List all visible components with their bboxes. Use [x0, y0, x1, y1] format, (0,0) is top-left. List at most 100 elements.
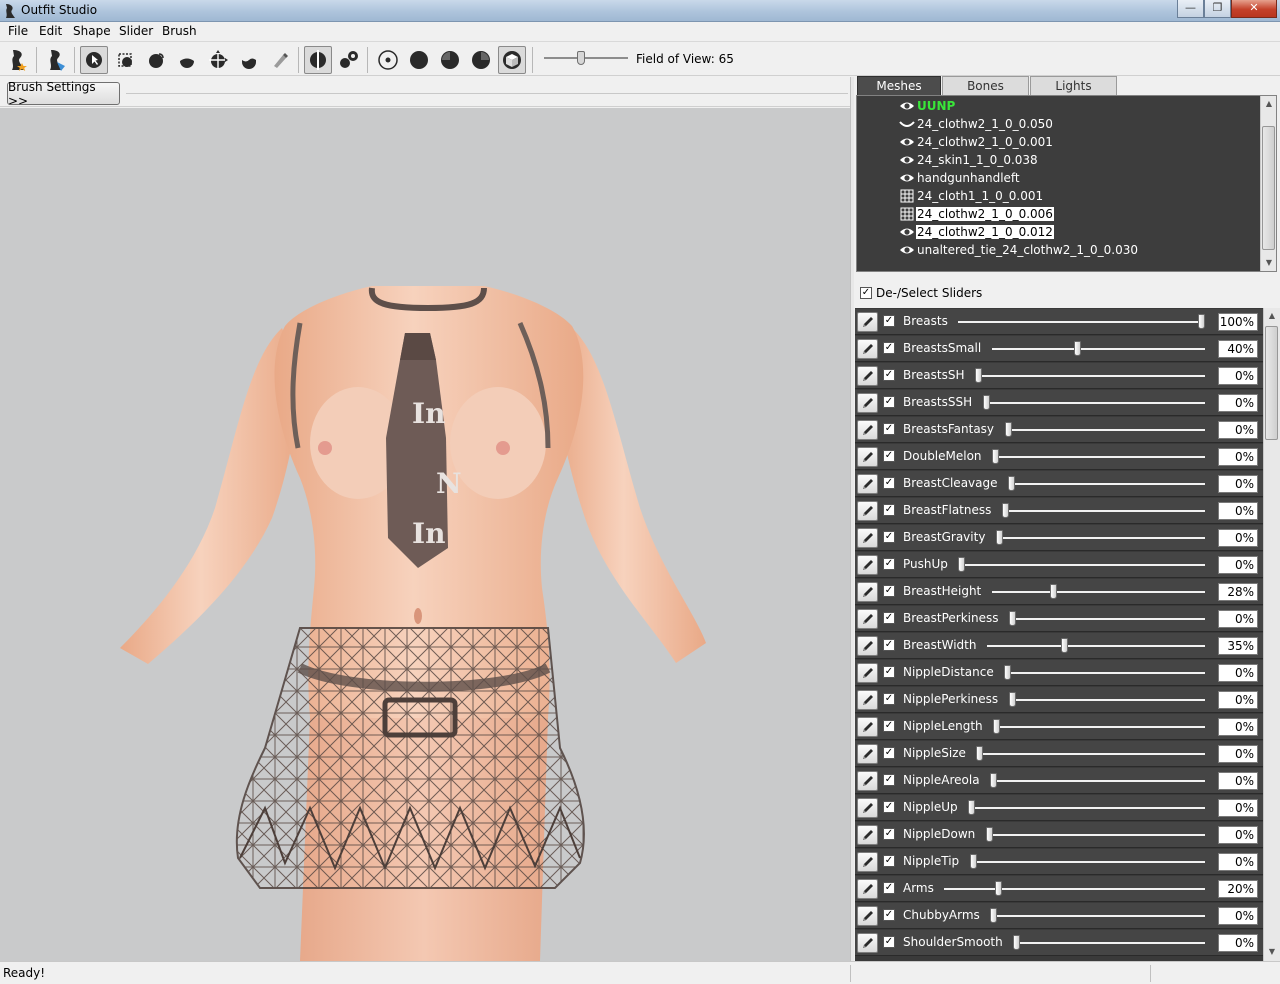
slider-track[interactable]	[1005, 429, 1205, 431]
edit-slider-button[interactable]	[857, 825, 878, 845]
slider-thumb[interactable]	[1002, 503, 1009, 518]
edit-slider-button[interactable]	[857, 339, 878, 359]
slider-value-field[interactable]: 0%	[1218, 664, 1258, 682]
load-reference-button[interactable]	[4, 46, 32, 74]
slider-track[interactable]	[993, 726, 1205, 728]
edit-slider-button[interactable]	[857, 771, 878, 791]
edit-slider-button[interactable]	[857, 663, 878, 683]
slider-thumb[interactable]	[976, 746, 983, 761]
slider-value-field[interactable]: 0%	[1218, 475, 1258, 493]
mesh-scroll-thumb[interactable]	[1262, 126, 1275, 250]
slider-value-field[interactable]: 0%	[1218, 448, 1258, 466]
slider-value-field[interactable]: 0%	[1218, 394, 1258, 412]
eye-icon[interactable]	[898, 135, 915, 149]
slider-track[interactable]	[990, 780, 1205, 782]
fov-slider-thumb[interactable]	[577, 51, 585, 65]
slider-thumb[interactable]	[990, 908, 997, 923]
slider-thumb[interactable]	[1049, 584, 1057, 599]
slider-track[interactable]	[986, 834, 1205, 836]
slider-track[interactable]	[992, 456, 1205, 458]
slider-checkbox[interactable]: ✓	[883, 450, 895, 462]
edit-slider-button[interactable]	[857, 582, 878, 602]
select-tool-button[interactable]	[80, 46, 108, 74]
slider-checkbox[interactable]: ✓	[883, 342, 895, 354]
slider-thumb[interactable]	[986, 827, 993, 842]
menu-file[interactable]: File	[8, 24, 28, 38]
edit-slider-button[interactable]	[857, 690, 878, 710]
slider-checkbox[interactable]: ✓	[883, 369, 895, 381]
tab-meshes[interactable]: Meshes	[857, 76, 941, 95]
slider-value-field[interactable]: 0%	[1218, 772, 1258, 790]
brush-size-solid-button[interactable]	[405, 46, 433, 74]
slider-checkbox[interactable]: ✓	[883, 720, 895, 732]
slider-checkbox[interactable]: ✓	[883, 558, 895, 570]
brush-size-tiny-button[interactable]	[374, 46, 402, 74]
slider-checkbox[interactable]: ✓	[883, 585, 895, 597]
brush-size-half-button[interactable]	[436, 46, 464, 74]
slider-thumb[interactable]	[996, 530, 1003, 545]
slider-track[interactable]	[976, 753, 1205, 755]
slider-thumb[interactable]	[992, 449, 999, 464]
move-tool-button[interactable]	[204, 46, 232, 74]
slider-value-field[interactable]: 28%	[1218, 583, 1258, 601]
slider-track[interactable]	[968, 807, 1205, 809]
deselect-sliders-checkbox[interactable]: ✓	[860, 287, 872, 299]
slider-value-field[interactable]: 0%	[1218, 745, 1258, 763]
slider-value-field[interactable]: 0%	[1218, 934, 1258, 952]
smooth-tool-button[interactable]	[235, 46, 263, 74]
slider-thumb[interactable]	[1060, 638, 1068, 653]
slider-thumb[interactable]	[983, 395, 990, 410]
load-outfit-button[interactable]	[42, 46, 70, 74]
edit-slider-button[interactable]	[857, 906, 878, 926]
slider-track[interactable]	[1009, 699, 1205, 701]
slider-value-field[interactable]: 0%	[1218, 691, 1258, 709]
slider-thumb[interactable]	[1013, 935, 1020, 950]
maximize-button[interactable]: ❐	[1204, 0, 1231, 18]
slider-track[interactable]	[996, 537, 1205, 539]
menu-slider[interactable]: Slider	[119, 24, 153, 38]
slider-checkbox[interactable]: ✓	[883, 936, 895, 948]
slider-checkbox[interactable]: ✓	[883, 828, 895, 840]
edit-slider-button[interactable]	[857, 879, 878, 899]
eye-icon[interactable]	[898, 171, 915, 185]
slider-value-field[interactable]: 0%	[1218, 367, 1258, 385]
slider-checkbox[interactable]: ✓	[883, 747, 895, 759]
edit-slider-button[interactable]	[857, 474, 878, 494]
slider-thumb[interactable]	[958, 557, 965, 572]
scroll-up-icon[interactable]: ▲	[1261, 96, 1277, 112]
slider-thumb[interactable]	[1198, 314, 1205, 329]
edit-slider-button[interactable]	[857, 420, 878, 440]
slider-list-scrollbar[interactable]: ▲ ▼	[1263, 308, 1280, 961]
slider-track[interactable]	[1009, 618, 1205, 620]
tab-lights[interactable]: Lights	[1030, 76, 1117, 95]
mesh-item[interactable]: 24_clothw2_1_0_0.012	[898, 223, 1054, 240]
eye-icon[interactable]	[898, 243, 915, 257]
edit-slider-button[interactable]	[857, 798, 878, 818]
mask-tool-button[interactable]	[111, 46, 139, 74]
slider-track[interactable]	[958, 564, 1205, 566]
fov-slider-track[interactable]	[544, 57, 628, 59]
slider-thumb[interactable]	[993, 719, 1000, 734]
mesh-item[interactable]: UUNP	[898, 97, 956, 114]
edit-slider-button[interactable]	[857, 852, 878, 872]
brush-settings-button[interactable]: Brush Settings >>	[7, 80, 120, 108]
xmirror-button[interactable]	[304, 46, 332, 74]
slider-thumb[interactable]	[968, 800, 975, 815]
slider-scroll-up-icon[interactable]: ▲	[1264, 308, 1280, 324]
slider-thumb[interactable]	[975, 368, 982, 383]
edit-slider-button[interactable]	[857, 447, 878, 467]
slider-checkbox[interactable]: ✓	[883, 639, 895, 651]
eye-icon[interactable]	[898, 225, 915, 239]
slider-value-field[interactable]: 0%	[1218, 502, 1258, 520]
slider-checkbox[interactable]: ✓	[883, 666, 895, 678]
slider-track[interactable]	[1008, 483, 1205, 485]
slider-checkbox[interactable]: ✓	[883, 693, 895, 705]
slider-track[interactable]	[983, 402, 1205, 404]
slider-thumb[interactable]	[994, 881, 1002, 896]
slider-thumb[interactable]	[1009, 611, 1016, 626]
edit-slider-button[interactable]	[857, 501, 878, 521]
slider-track[interactable]	[970, 861, 1205, 863]
slider-checkbox[interactable]: ✓	[883, 531, 895, 543]
slider-checkbox[interactable]: ✓	[883, 909, 895, 921]
slider-thumb[interactable]	[1005, 422, 1012, 437]
